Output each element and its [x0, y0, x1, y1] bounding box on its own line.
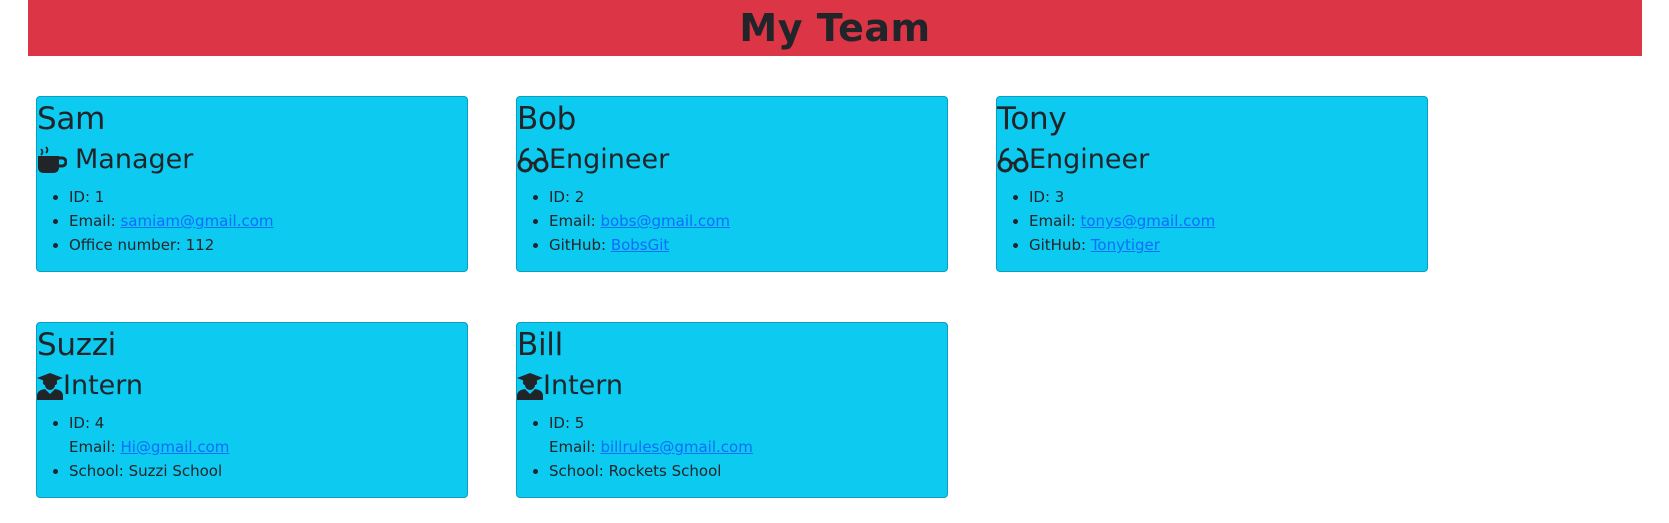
- page-title: My Team: [739, 6, 931, 50]
- employee-details: ID: 5 Email: billrules@gmail.com School:…: [517, 411, 947, 483]
- glasses-icon: [997, 146, 1029, 174]
- employee-details: ID: 2 Email: bobs@gmail.com GitHub: Bobs…: [517, 185, 947, 257]
- email-link[interactable]: bobs@gmail.com: [600, 212, 730, 230]
- graduate-icon: [37, 372, 63, 400]
- page-header: My Team: [28, 0, 1642, 56]
- employee-id: ID: 1: [69, 185, 467, 209]
- employee-card: Sam Manager ID: 1 Email: samiam@gmail.co…: [36, 96, 468, 272]
- employee-name: Sam: [37, 101, 105, 137]
- github-label: GitHub:: [1029, 236, 1091, 254]
- employee-email-item: Email: bobs@gmail.com: [549, 209, 947, 233]
- employee-card: Bob Engineer ID: 2 Email: bobs@gmail.com…: [516, 96, 948, 272]
- github-item: GitHub: Tonytiger: [1029, 233, 1427, 257]
- employee-details: ID: 4 Email: Hi@gmail.com School: Suzzi …: [37, 411, 467, 483]
- employee-role: Intern: [517, 367, 947, 405]
- employee-role: Intern: [37, 367, 467, 405]
- email-link[interactable]: samiam@gmail.com: [120, 212, 273, 230]
- employee-name: Bill: [517, 327, 563, 363]
- github-link[interactable]: BobsGit: [611, 236, 669, 254]
- office-number: Office number: 112: [69, 233, 467, 257]
- employee-id: ID: 5: [549, 411, 947, 435]
- graduate-icon: [517, 372, 543, 400]
- email-link[interactable]: tonys@gmail.com: [1080, 212, 1215, 230]
- employee-name: Bob: [517, 101, 577, 137]
- employee-email-item: Email: Hi@gmail.com: [69, 435, 467, 459]
- email-label: Email:: [549, 212, 601, 230]
- email-label: Email:: [69, 212, 121, 230]
- school-item: School: Suzzi School: [69, 459, 467, 483]
- email-label: Email:: [1029, 212, 1081, 230]
- email-label: Email:: [69, 438, 121, 456]
- employee-email-item: Email: billrules@gmail.com: [549, 435, 947, 459]
- employee-card: Bill Intern ID: 5 Email: billrules@gmail…: [516, 322, 948, 498]
- employee-details: ID: 3 Email: tonys@gmail.com GitHub: Ton…: [997, 185, 1427, 257]
- employee-email-item: Email: tonys@gmail.com: [1029, 209, 1427, 233]
- employee-id: ID: 3: [1029, 185, 1427, 209]
- employee-name: Suzzi: [37, 327, 116, 363]
- employee-email-item: Email: samiam@gmail.com: [69, 209, 467, 233]
- role-label: Intern: [63, 370, 144, 401]
- employee-id: ID: 2: [549, 185, 947, 209]
- employee-role: Engineer: [997, 141, 1427, 179]
- role-label: Engineer: [1029, 144, 1150, 175]
- employee-card: Suzzi Intern ID: 4 Email: Hi@gmail.com S…: [36, 322, 468, 498]
- school-item: School: Rockets School: [549, 459, 947, 483]
- glasses-icon: [517, 146, 549, 174]
- employee-card: Tony Engineer ID: 3 Email: tonys@gmail.c…: [996, 96, 1428, 272]
- github-link[interactable]: Tonytiger: [1091, 236, 1160, 254]
- email-label: Email:: [549, 438, 601, 456]
- employee-details: ID: 1 Email: samiam@gmail.com Office num…: [37, 185, 467, 257]
- role-label: Intern: [543, 370, 624, 401]
- email-link[interactable]: billrules@gmail.com: [600, 438, 752, 456]
- email-link[interactable]: Hi@gmail.com: [120, 438, 229, 456]
- employee-role: Manager: [37, 141, 467, 179]
- github-item: GitHub: BobsGit: [549, 233, 947, 257]
- employee-name: Tony: [997, 101, 1067, 137]
- employee-id: ID: 4: [69, 411, 467, 435]
- employee-role: Engineer: [517, 141, 947, 179]
- role-label: Manager: [75, 144, 194, 175]
- mug-icon: [37, 145, 67, 175]
- github-label: GitHub:: [549, 236, 611, 254]
- role-label: Engineer: [549, 144, 670, 175]
